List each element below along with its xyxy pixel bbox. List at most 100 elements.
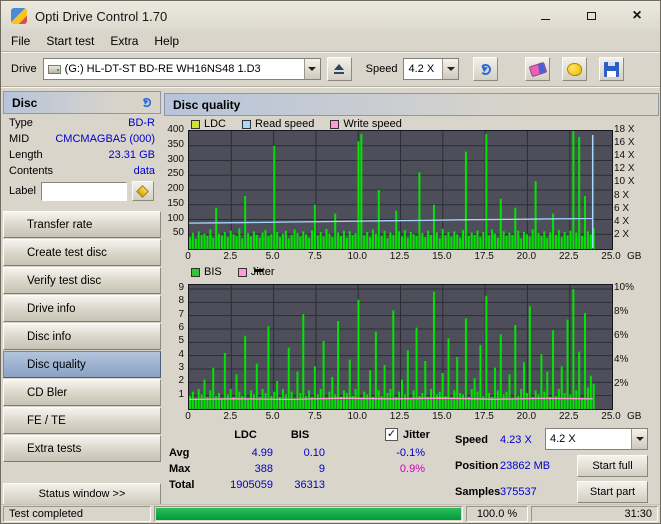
chevron-down-icon	[308, 67, 317, 71]
drive-label: Drive	[11, 63, 37, 75]
y-axis-label: 1	[178, 388, 184, 400]
title-bar: Opti Drive Control 1.70 ×	[1, 1, 660, 31]
position-stat-value: 23862 MB	[500, 460, 551, 472]
speed-select-bottom-arrow[interactable]	[631, 429, 647, 449]
disc-info-row-length: Length 23.31 GB	[3, 146, 161, 162]
y2-axis-label: 6 X	[614, 202, 630, 214]
status-window-button[interactable]: Status window >>	[3, 483, 161, 505]
menu-bar: File Start test Extra Help	[1, 31, 660, 52]
y-axis-label: 150	[167, 197, 184, 209]
x-axis-label: 0	[185, 411, 191, 422]
menu-file[interactable]: File	[3, 32, 38, 50]
disc-info: Type BD-R MID CMCMAGBA5 (000) Length 23.31 GB…	[3, 114, 161, 178]
eraser-icon	[528, 61, 547, 77]
x-axis-label: 10.0	[347, 411, 367, 422]
disc-info-row-type: Type BD-R	[3, 114, 161, 130]
menu-start-test[interactable]: Start test	[38, 32, 102, 50]
y2-axis-label: 10 X	[614, 176, 635, 188]
x-axis-label: 12.5	[389, 411, 410, 422]
drive-select[interactable]: (G:) HL-DT-ST BD-RE WH16NS48 1.D3	[42, 58, 321, 80]
app-window: Opti Drive Control 1.70 × File Start test…	[0, 0, 661, 524]
max-row-label: Max	[169, 463, 191, 475]
menu-help[interactable]: Help	[146, 32, 187, 50]
sidebar-item-cd-bler[interactable]: CD Bler	[3, 379, 161, 406]
erase-disc-button[interactable]	[525, 57, 550, 81]
x-axis-label: 20.0	[516, 251, 537, 262]
speed-select-bottom[interactable]: 4.2 X	[545, 428, 648, 450]
menu-extra[interactable]: Extra	[102, 32, 146, 50]
start-full-button[interactable]: Start full	[577, 455, 648, 477]
minimize-button[interactable]	[522, 1, 568, 31]
progress-bar	[154, 506, 463, 522]
sidebar-item-disc-quality[interactable]: Disc quality	[3, 351, 161, 378]
jitter-checkbox[interactable]: ✓	[385, 428, 398, 441]
legend-bis-and-jitter: BIS Jitter	[191, 266, 291, 278]
app-icon	[11, 8, 27, 24]
samples-stat-label: Samples	[455, 486, 501, 498]
save-button[interactable]	[599, 57, 624, 81]
samples-stat-value: 375537	[500, 486, 537, 498]
drive-select-arrow[interactable]	[303, 59, 320, 79]
legend-ldc-and-speed: LDC Read speed Write speed	[191, 118, 418, 130]
y-axis-label: 6	[178, 322, 184, 333]
avg-row-label: Avg	[169, 447, 190, 459]
y2-axis-label: 10%	[614, 281, 635, 293]
x-axis-unit: GB	[627, 251, 642, 262]
ldc-column-header: LDC	[234, 429, 257, 441]
sidebar-item-drive-info[interactable]: Drive info	[3, 295, 161, 322]
legend-label: LDC	[204, 118, 227, 130]
y-axis-label: 400	[167, 124, 184, 135]
disc-info-row-mid: MID CMCMAGBA5 (000)	[3, 130, 161, 146]
label-icon	[136, 184, 150, 198]
x-axis-label: 12.5	[389, 251, 410, 262]
minimize-icon	[540, 19, 550, 20]
x-axis-label: 7.5	[307, 411, 322, 422]
disc-refresh-icon[interactable]	[141, 97, 152, 108]
info-label: Type	[9, 117, 33, 129]
sidebar-item-create-test-disc[interactable]: Create test disc	[3, 239, 161, 266]
write-label-button[interactable]	[131, 181, 154, 201]
label-input[interactable]	[40, 181, 127, 201]
maximize-button[interactable]	[568, 1, 614, 31]
x-axis-label: 25.0	[601, 411, 621, 422]
avg-bis-value: 0.10	[303, 447, 325, 459]
speed-select-value: 4.2 X	[408, 63, 435, 75]
legend-label: Write speed	[343, 118, 402, 130]
close-button[interactable]: ×	[614, 1, 660, 31]
save-icon	[604, 61, 619, 77]
refresh-button[interactable]	[473, 57, 499, 81]
drive-icon	[47, 64, 61, 74]
info-label: MID	[9, 133, 30, 145]
tools-button[interactable]	[562, 57, 587, 81]
y2-axis-label: 4%	[614, 353, 629, 365]
window-title: Opti Drive Control 1.70	[35, 8, 168, 24]
progress-fill	[156, 508, 461, 520]
avg-ldc-value: 4.99	[251, 447, 273, 459]
y-axis-label: 2	[178, 375, 184, 387]
refresh-icon	[480, 63, 492, 75]
speed-select[interactable]: 4.2 X	[403, 58, 460, 80]
speed-stat-label: Speed	[455, 434, 489, 446]
sidebar-item-fe-te[interactable]: FE / TE	[3, 407, 161, 434]
legend-swatch-ldc	[191, 119, 200, 129]
y-axis-label: 7	[178, 308, 184, 320]
sidebar-item-verify-test-disc[interactable]: Verify test disc	[3, 267, 161, 294]
sidebar-item-disc-info[interactable]: Disc info	[3, 323, 161, 350]
max-bis-value: 9	[318, 463, 325, 475]
drive-select-value: (G:) HL-DT-ST BD-RE WH16NS48 1.D3	[64, 63, 261, 75]
sidebar-item-extra-tests[interactable]: Extra tests	[3, 435, 161, 462]
x-axis-label: 22.5	[558, 411, 579, 422]
elapsed-time: 31:30	[531, 506, 658, 522]
speed-select-arrow[interactable]	[442, 59, 459, 79]
x-axis-label: 5.0	[265, 251, 280, 262]
start-part-button[interactable]: Start part	[577, 481, 648, 503]
eject-button[interactable]	[326, 57, 352, 81]
sidebar-item-transfer-rate[interactable]: Transfer rate	[3, 211, 161, 238]
legend-label: BIS	[204, 266, 222, 278]
y-axis-label: 100	[167, 212, 184, 224]
main-panel: Disc quality LDC Read speed Write speed 400…	[163, 89, 660, 505]
y-axis-label: 250	[167, 168, 184, 180]
x-axis-unit: GB	[627, 411, 642, 422]
tools-icon	[567, 62, 582, 76]
status-bar: Test completed 100.0 % 31:30	[1, 504, 660, 523]
